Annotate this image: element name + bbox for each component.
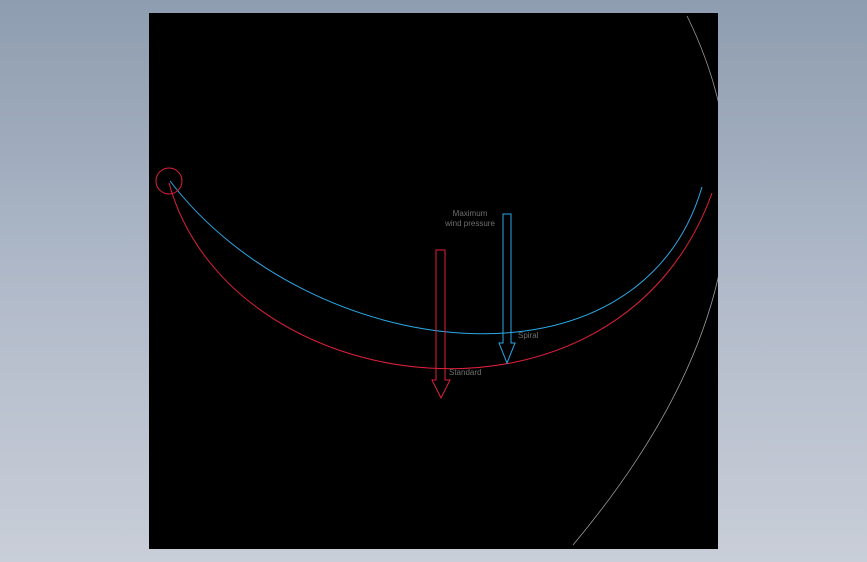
spiral-label: Spiral (518, 331, 539, 340)
max-wind-pressure-label-line1: Maximum (453, 209, 488, 218)
max-wind-pressure-label-line2: wind pressure (444, 219, 495, 228)
standard-label: Standard (449, 368, 481, 377)
standard-blade-curve (168, 182, 713, 370)
spiral-pressure-arrow (498, 213, 516, 365)
fan-blade-drawing: Maximum wind pressure Spiral Standard (155, 15, 718, 546)
hub-circle-icon[interactable] (155, 167, 183, 195)
standard-pressure-arrow (431, 249, 451, 400)
drawing-viewport[interactable]: Maximum wind pressure Spiral Standard (149, 13, 718, 549)
outer-casing-arc (572, 15, 718, 546)
